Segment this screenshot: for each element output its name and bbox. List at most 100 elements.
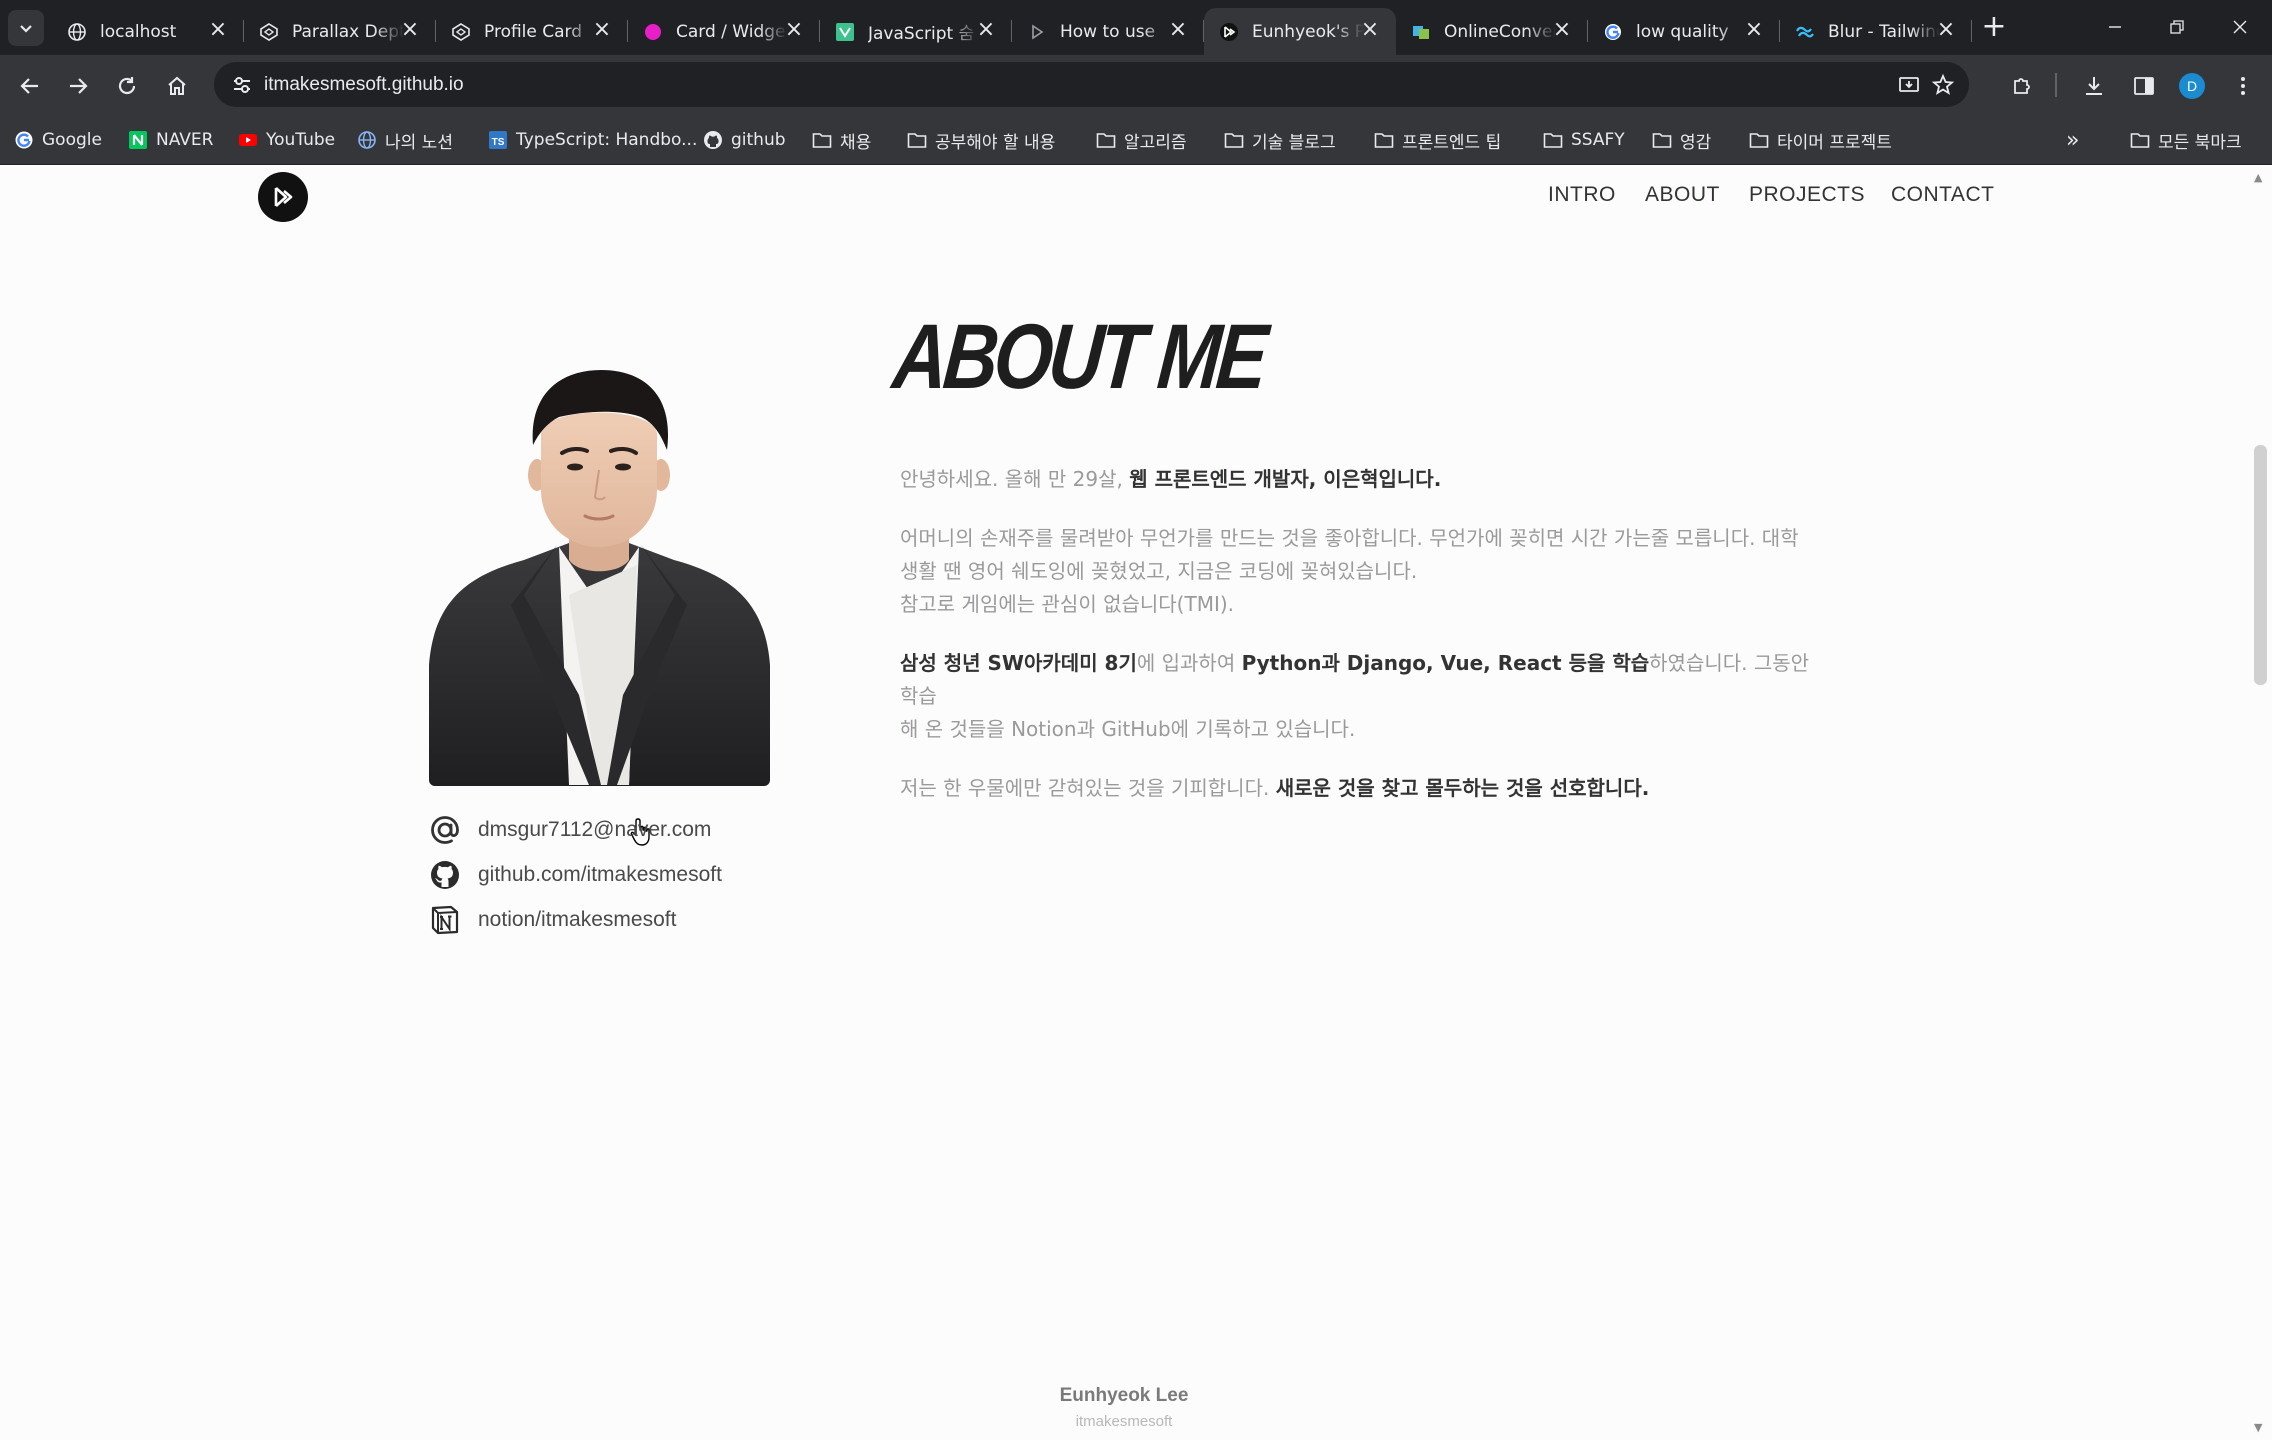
bio-paragraph: 삼성 청년 SW아카데미 8기에 입과하여 Python과 Django, Vu…	[900, 651, 1810, 741]
toolbar-divider	[2055, 73, 2057, 97]
close-icon[interactable]: ×	[1552, 19, 1572, 41]
tab-title: OnlineConvert	[1444, 21, 1556, 42]
profile-avatar[interactable]: D	[2179, 73, 2205, 99]
all-bookmarks-folder[interactable]: 모든 북마크	[2130, 115, 2242, 165]
bookmark-typescript[interactable]: TS TypeScript: Handbo...	[488, 115, 697, 165]
bookmark-folder[interactable]: 영감	[1652, 115, 1711, 165]
restore-button[interactable]	[2157, 10, 2197, 44]
play-icon	[1026, 21, 1048, 43]
plus-icon: +	[1981, 9, 2007, 44]
bookmark-folder[interactable]: 알고리즘	[1096, 115, 1187, 165]
close-icon[interactable]: ×	[784, 19, 804, 41]
close-icon[interactable]: ×	[1936, 19, 1956, 41]
at-sign-icon	[428, 813, 462, 847]
bookmark-folder[interactable]: 공부해야 할 내용	[907, 115, 1055, 165]
back-button[interactable]	[13, 69, 47, 103]
section-title: ABOUT ME	[889, 306, 1268, 408]
about-bio: 안녕하세요. 올해 만 29살, 웹 프론트엔드 개발자, 이은혁입니다. 어머…	[900, 463, 1820, 831]
page-scrollbar[interactable]: ▲ ▼	[2248, 165, 2272, 1440]
close-icon[interactable]: ×	[1744, 19, 1764, 41]
new-tab-button[interactable]: +	[1978, 12, 2010, 44]
footer-handle: itmakesmesoft	[1075, 1413, 1173, 1430]
tab-title: localhost	[100, 21, 212, 42]
site-settings-icon[interactable]	[230, 73, 254, 97]
site-logo[interactable]	[258, 172, 308, 222]
tab-title: Blur - Tailwind	[1828, 21, 1940, 42]
tab-title: Card / Widget	[676, 21, 788, 42]
minimize-icon	[2109, 26, 2121, 28]
bookmark-notion[interactable]: 나의 노션	[357, 115, 453, 165]
tab[interactable]: localhost ×	[52, 8, 244, 55]
contact-github[interactable]: github.com/itmakesmesoft	[428, 857, 722, 893]
forward-button[interactable]	[61, 69, 95, 103]
downloads-button[interactable]	[2077, 69, 2111, 103]
tab-active[interactable]: Eunhyeok's Portfolio ×	[1204, 8, 1396, 55]
minimize-button[interactable]	[2095, 10, 2135, 44]
bookmark-folder[interactable]: 프론트엔드 팁	[1374, 115, 1501, 165]
tab-title: Eunhyeok's Portfolio	[1252, 21, 1364, 42]
bookmark-folder[interactable]: 타이머 프로젝트	[1749, 115, 1892, 165]
close-icon[interactable]: ×	[208, 19, 228, 41]
codepen-icon	[450, 21, 472, 43]
folder-icon	[1374, 130, 1394, 150]
close-icon[interactable]: ×	[400, 19, 420, 41]
install-app-icon[interactable]	[1896, 72, 1922, 98]
tab-title: How to use	[1060, 21, 1172, 42]
reload-button[interactable]	[110, 69, 144, 103]
extensions-button[interactable]	[2005, 69, 2039, 103]
tab-title: Profile Card	[484, 21, 596, 42]
bio-paragraph: 저는 한 우물에만 갇혀있는 것을 기피합니다. 새로운 것을 찾고 몰두하는 …	[900, 776, 1650, 800]
bookmark-github[interactable]: github	[703, 115, 786, 165]
globe-icon	[357, 130, 377, 150]
close-icon[interactable]: ×	[1360, 19, 1380, 41]
close-icon[interactable]: ×	[592, 19, 612, 41]
contact-email[interactable]: dmsgur7112@naver.com	[428, 812, 711, 848]
bookmark-folder[interactable]: 기술 블로그	[1224, 115, 1336, 165]
contact-notion[interactable]: notion/itmakesmesoft	[428, 902, 676, 938]
address-bar[interactable]: itmakesmesoft.github.io	[214, 62, 1969, 107]
profile-photo	[429, 365, 770, 786]
tab[interactable]: Profile Card ×	[436, 8, 628, 55]
bookmark-folder[interactable]: SSAFY	[1543, 115, 1625, 165]
close-window-button[interactable]	[2220, 10, 2260, 44]
footer-name: Eunhyeok Lee	[1059, 1385, 1189, 1406]
bookmark-google[interactable]: Google	[14, 115, 102, 165]
tab[interactable]: Blur - Tailwind ×	[1780, 8, 1972, 55]
scrollbar-thumb[interactable]	[2254, 445, 2267, 685]
reload-icon	[118, 77, 136, 95]
nav-intro[interactable]: INTRO	[1548, 183, 1616, 207]
tab[interactable]: Parallax Depth ×	[244, 8, 436, 55]
naver-icon	[128, 130, 148, 150]
tab[interactable]: OnlineConvert ×	[1396, 8, 1588, 55]
scroll-up-icon[interactable]: ▲	[2254, 171, 2262, 184]
home-button[interactable]	[160, 69, 194, 103]
chrome-menu-button[interactable]	[2226, 69, 2260, 103]
tab[interactable]: JavaScript 숨 ×	[820, 8, 1012, 55]
tab[interactable]: Card / Widget ×	[628, 8, 820, 55]
url-text[interactable]: itmakesmesoft.github.io	[264, 74, 464, 96]
tab-title: low quality	[1636, 21, 1748, 42]
convert-icon	[1410, 21, 1432, 43]
contact-notion-text: notion/itmakesmesoft	[478, 908, 677, 931]
folder-icon	[812, 130, 832, 150]
bookmark-folder[interactable]: 채용	[812, 115, 871, 165]
tab-search-button[interactable]	[8, 10, 44, 46]
bookmark-youtube[interactable]: YouTube	[238, 115, 335, 165]
nav-projects[interactable]: PROJECTS	[1749, 183, 1865, 207]
github-icon	[428, 858, 462, 892]
bookmark-naver[interactable]: NAVER	[128, 115, 213, 165]
close-icon[interactable]: ×	[976, 19, 996, 41]
tab[interactable]: How to use ×	[1012, 8, 1204, 55]
arrow-right-icon	[70, 78, 88, 94]
bookmark-star-icon[interactable]	[1930, 72, 1956, 98]
site-logo-icon	[1218, 21, 1240, 43]
bookmarks-bar: Google NAVER YouTube 나의 노션 TS TypeScript:…	[0, 115, 2272, 165]
nav-about[interactable]: ABOUT	[1645, 183, 1720, 207]
nav-contact[interactable]: CONTACT	[1891, 183, 1994, 207]
bookmarks-overflow-button[interactable]: »	[2066, 115, 2079, 165]
scroll-down-icon[interactable]: ▼	[2254, 1421, 2262, 1434]
close-icon[interactable]: ×	[1168, 19, 1188, 41]
tab[interactable]: low quality ×	[1588, 8, 1780, 55]
close-icon	[2233, 20, 2247, 34]
side-panel-button[interactable]	[2127, 69, 2161, 103]
